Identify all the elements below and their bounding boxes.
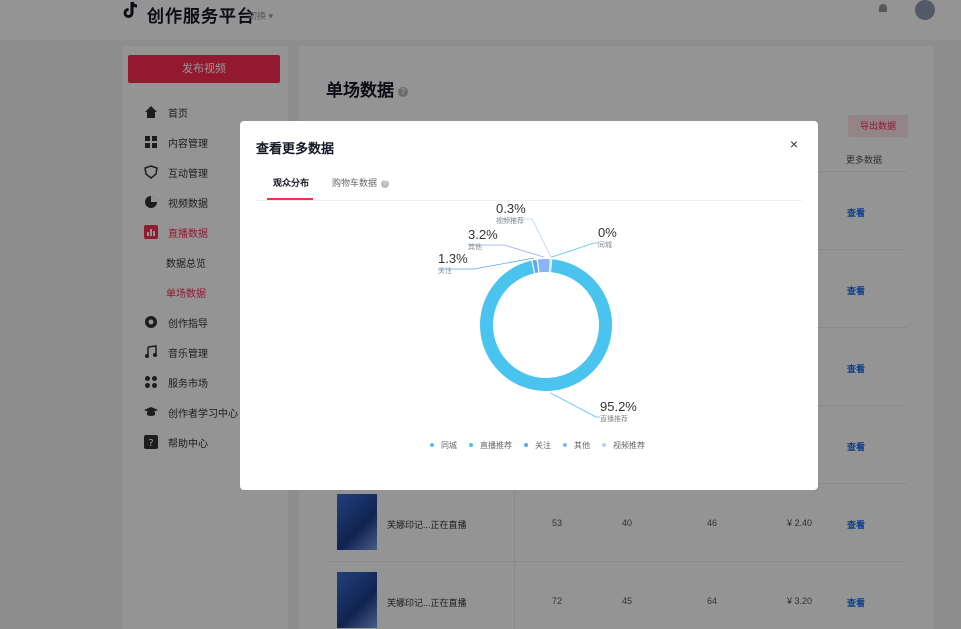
legend-item[interactable]: 同城 xyxy=(430,440,457,451)
data-label: 0.3% xyxy=(496,201,526,216)
donut-slice[interactable] xyxy=(537,259,550,273)
category-label: 直播推荐 xyxy=(600,414,628,423)
tab-audience-distribution[interactable]: 观众分布 xyxy=(273,176,309,189)
legend-item[interactable]: 关注 xyxy=(524,440,551,451)
legend-label: 其他 xyxy=(574,440,590,450)
donut-slice[interactable] xyxy=(480,259,612,391)
close-icon[interactable]: × xyxy=(788,137,800,151)
legend-dot-icon xyxy=(430,443,434,447)
legend-dot-icon xyxy=(524,443,528,447)
category-label: 其他 xyxy=(468,242,482,251)
legend-label: 关注 xyxy=(535,440,551,450)
donut-slice[interactable] xyxy=(549,259,552,273)
leader-line xyxy=(550,392,600,418)
more-data-modal: 查看更多数据 × 观众分布 购物车数据? 0% 同城 95.2% 直播推荐 1.3% 关注… xyxy=(240,121,818,490)
leader-line xyxy=(551,242,598,258)
tab-label: 购物车数据 xyxy=(332,178,378,188)
audience-donut-chart: 0%同城 95.2%直播推荐 1.3%关注 3.2%其他 0.3%视频推荐 xyxy=(438,201,637,423)
legend-item[interactable]: 其他 xyxy=(563,440,590,451)
tab-cart-data[interactable]: 购物车数据? xyxy=(332,176,390,189)
data-label: 95.2% xyxy=(600,399,637,414)
data-label: 3.2% xyxy=(468,227,498,242)
chart-legend: 同城 直播推荐 关注 其他 视频推荐 xyxy=(430,439,657,451)
legend-item[interactable]: 直播推荐 xyxy=(469,440,512,451)
category-label: 关注 xyxy=(438,266,452,275)
legend-dot-icon xyxy=(563,443,567,447)
legend-item[interactable]: 视频推荐 xyxy=(602,440,645,451)
data-label: 1.3% xyxy=(438,251,468,266)
legend-label: 视频推荐 xyxy=(613,440,645,450)
legend-label: 直播推荐 xyxy=(480,440,512,450)
data-label: 0% xyxy=(598,225,617,240)
modal-title: 查看更多数据 xyxy=(256,141,335,156)
category-label: 视频推荐 xyxy=(496,216,524,225)
legend-label: 同城 xyxy=(441,440,457,450)
legend-dot-icon xyxy=(469,443,473,447)
help-circle-icon[interactable]: ? xyxy=(381,179,390,188)
category-label: 同城 xyxy=(598,241,612,249)
legend-dot-icon xyxy=(602,443,606,447)
